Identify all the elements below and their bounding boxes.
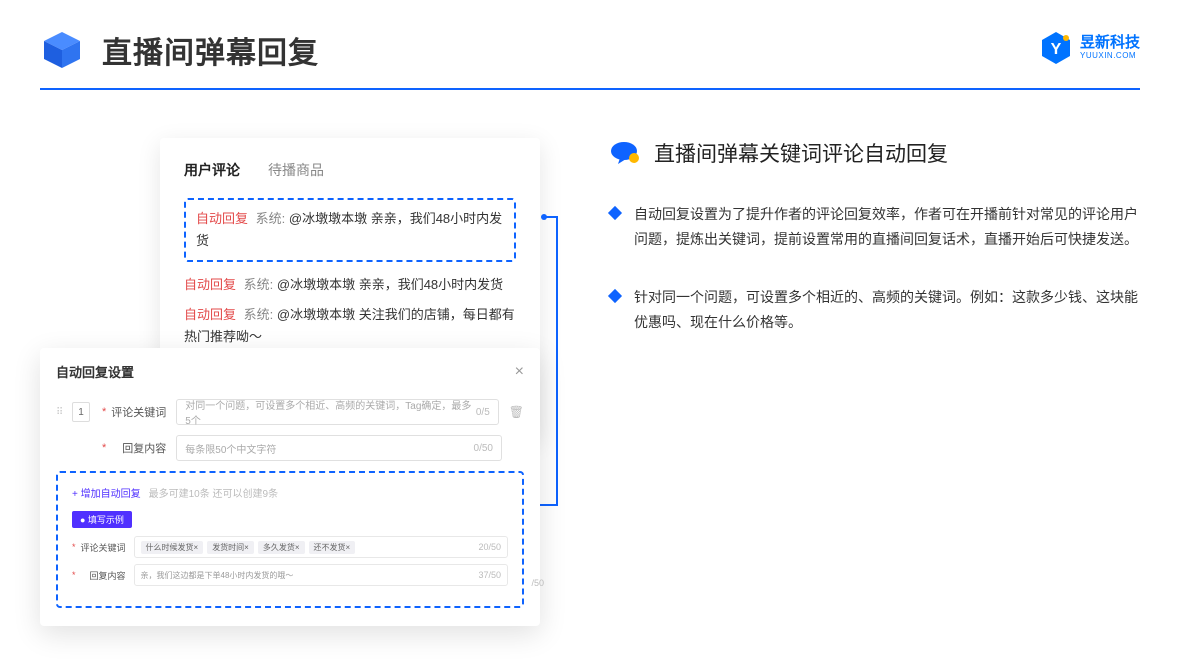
- input-placeholder: 每条限50个中文字符: [185, 441, 276, 456]
- example-content-text: 亲，我们这边都是下单48小时内发货的哦～: [141, 570, 294, 581]
- chat-bubble-icon: [610, 141, 640, 165]
- add-reply-link[interactable]: + 增加自动回复: [72, 485, 141, 500]
- keyword-tag[interactable]: 还不发货×: [309, 541, 356, 554]
- section-title: 直播间弹幕关键词评论自动回复: [654, 138, 948, 168]
- example-content-input[interactable]: 亲，我们这边都是下单48小时内发货的哦～ 37/50: [134, 564, 508, 586]
- auto-reply-tag: 自动回复: [196, 211, 248, 226]
- outer-count: /50: [531, 578, 544, 588]
- brand-icon: Y: [1038, 30, 1074, 66]
- reply-text: @冰墩墩本墩 亲亲，我们48小时内发货: [277, 277, 503, 292]
- reply-item: 自动回复 系统: @冰墩墩本墩 亲亲，我们48小时内发货: [184, 274, 516, 296]
- highlighted-reply: 自动回复 系统: @冰墩墩本墩 亲亲，我们48小时内发货: [184, 198, 516, 262]
- index-box: 1: [72, 402, 90, 422]
- cube-icon: [40, 28, 84, 72]
- brand-name-cn: 昱新科技: [1080, 35, 1140, 52]
- keyword-label: 评论关键词: [110, 404, 166, 420]
- tab-comments[interactable]: 用户评论: [184, 160, 240, 180]
- bullet-point: 自动回复设置为了提升作者的评论回复效率，作者可在开播前针对常见的评论用户问题，提…: [610, 202, 1140, 251]
- settings-title: 自动回复设置: [56, 362, 134, 381]
- reply-item: 自动回复 系统: @冰墩墩本墩 亲亲，我们48小时内发货: [196, 208, 504, 252]
- brand-name-en: YUUXIN.COM: [1080, 52, 1140, 61]
- char-count: 20/50: [478, 542, 501, 552]
- example-keyword-label: 评论关键词: [80, 541, 126, 554]
- content-label: 回复内容: [110, 440, 166, 456]
- close-icon[interactable]: ×: [515, 363, 524, 381]
- system-tag: 系统:: [244, 277, 274, 292]
- brand-logo: Y 昱新科技 YUUXIN.COM: [1038, 30, 1140, 66]
- connector-line: [556, 216, 558, 506]
- description-area: 直播间弹幕关键词评论自动回复 自动回复设置为了提升作者的评论回复效率，作者可在开…: [540, 138, 1140, 608]
- content-input[interactable]: 每条限50个中文字符 0/50: [176, 435, 502, 461]
- bullet-text: 针对同一个问题，可设置多个相近的、高频的关键词。例如：这款多少钱、这块能优惠吗、…: [634, 285, 1140, 334]
- example-area: + 增加自动回复 最多可建10条 还可以创建9条 ● 填写示例 * 评论关键词 …: [56, 471, 524, 608]
- required-dot: *: [72, 542, 76, 552]
- bullet-point: 针对同一个问题，可设置多个相近的、高频的关键词。例如：这款多少钱、这块能优惠吗、…: [610, 285, 1140, 334]
- system-tag: 系统:: [256, 211, 286, 226]
- bullet-text: 自动回复设置为了提升作者的评论回复效率，作者可在开播前针对常见的评论用户问题，提…: [634, 202, 1140, 251]
- svg-text:Y: Y: [1051, 41, 1062, 58]
- required-dot: *: [72, 570, 76, 580]
- char-count: 0/5: [476, 407, 490, 418]
- keyword-tag[interactable]: 什么时候发货×: [141, 541, 204, 554]
- settings-panel: 自动回复设置 × ⠿ 1 * 评论关键词 对同一个问题，可设置多个相近、高频的关…: [40, 348, 540, 626]
- keyword-tag[interactable]: 多久发货×: [258, 541, 305, 554]
- auto-reply-tag: 自动回复: [184, 277, 236, 292]
- add-reply-note: 最多可建10条 还可以创建9条: [149, 485, 278, 500]
- example-keyword-input[interactable]: 什么时候发货× 发货时间× 多久发货× 还不发货× 20/50: [134, 536, 508, 558]
- required-dot: *: [102, 406, 106, 418]
- input-placeholder: 对同一个问题，可设置多个相近、高频的关键词，Tag确定，最多5个: [185, 397, 476, 427]
- screenshot-area: 用户评论 待播商品 自动回复 系统: @冰墩墩本墩 亲亲，我们48小时内发货 自…: [40, 138, 540, 608]
- diamond-icon: [608, 289, 622, 303]
- tab-products[interactable]: 待播商品: [268, 160, 324, 180]
- char-count: 0/50: [474, 443, 493, 454]
- keyword-tag[interactable]: 发货时间×: [207, 541, 254, 554]
- system-tag: 系统:: [244, 307, 274, 322]
- diamond-icon: [608, 206, 622, 220]
- example-badge: ● 填写示例: [72, 511, 132, 528]
- example-content-label: 回复内容: [80, 569, 126, 582]
- page-title: 直播间弹幕回复: [102, 28, 319, 72]
- trash-icon[interactable]: 🗑: [509, 405, 524, 419]
- char-count: 37/50: [478, 570, 501, 580]
- page-header: 直播间弹幕回复: [0, 0, 1180, 72]
- auto-reply-tag: 自动回复: [184, 307, 236, 322]
- reply-item: 自动回复 系统: @冰墩墩本墩 关注我们的店铺，每日都有热门推荐呦～: [184, 304, 516, 348]
- drag-handle-icon[interactable]: ⠿: [56, 407, 66, 418]
- keyword-input[interactable]: 对同一个问题，可设置多个相近、高频的关键词，Tag确定，最多5个 0/5: [176, 399, 498, 425]
- required-dot: *: [102, 442, 106, 454]
